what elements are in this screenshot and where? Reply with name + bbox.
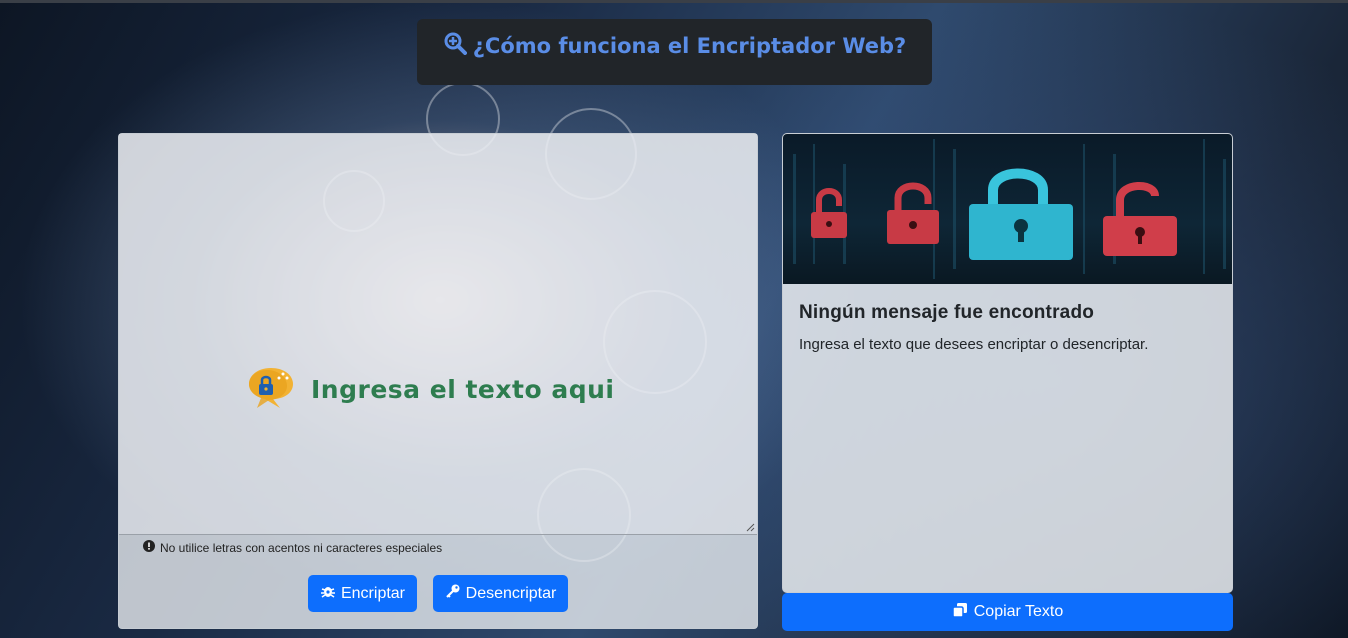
resize-handle-icon[interactable]: [745, 522, 755, 532]
magnifier-plus-icon: [443, 31, 467, 60]
placeholder-text: Ingresa el texto aqui: [311, 374, 615, 404]
bug-icon: [320, 583, 336, 604]
padlocks-image: [783, 134, 1232, 284]
copy-text-button-label: Copiar Texto: [973, 603, 1064, 620]
red-padlock-icon: [811, 188, 847, 238]
key-icon: [445, 583, 461, 604]
output-title: Ningún mensaje fue encontrado: [799, 302, 1095, 323]
input-hint-text: No utilice letras con acentos ni caracte…: [160, 540, 443, 555]
chat-lock-icon: [247, 364, 297, 414]
page-title-text: ¿Cómo funciona el Encriptador Web?: [472, 33, 907, 58]
browser-top-border: [0, 0, 1348, 3]
decrypt-button-label: Desencriptar: [465, 584, 557, 602]
input-hint: No utilice letras con acentos ni caracte…: [143, 540, 442, 555]
decrypt-button[interactable]: Desencriptar: [433, 575, 568, 612]
encrypt-button[interactable]: Encriptar: [308, 575, 417, 612]
encrypt-button-label: Encriptar: [340, 584, 406, 602]
textarea-placeholder: Ingresa el texto aqui: [247, 364, 614, 414]
header-banner[interactable]: ¿Cómo funciona el Encriptador Web?: [417, 19, 932, 85]
output-text: Ingresa el texto que desees encriptar o …: [799, 336, 1149, 353]
input-card: Ingresa el texto aqui No utilice letras …: [118, 133, 758, 629]
page-title[interactable]: ¿Cómo funciona el Encriptador Web?: [443, 31, 906, 60]
output-card: Ningún mensaje fue encontrado Ingresa el…: [782, 133, 1233, 593]
copy-icon: [951, 602, 968, 623]
copy-text-button[interactable]: Copiar Texto: [782, 593, 1233, 631]
text-input-area[interactable]: Ingresa el texto aqui: [119, 134, 757, 535]
exclamation-circle-icon: [143, 540, 155, 555]
